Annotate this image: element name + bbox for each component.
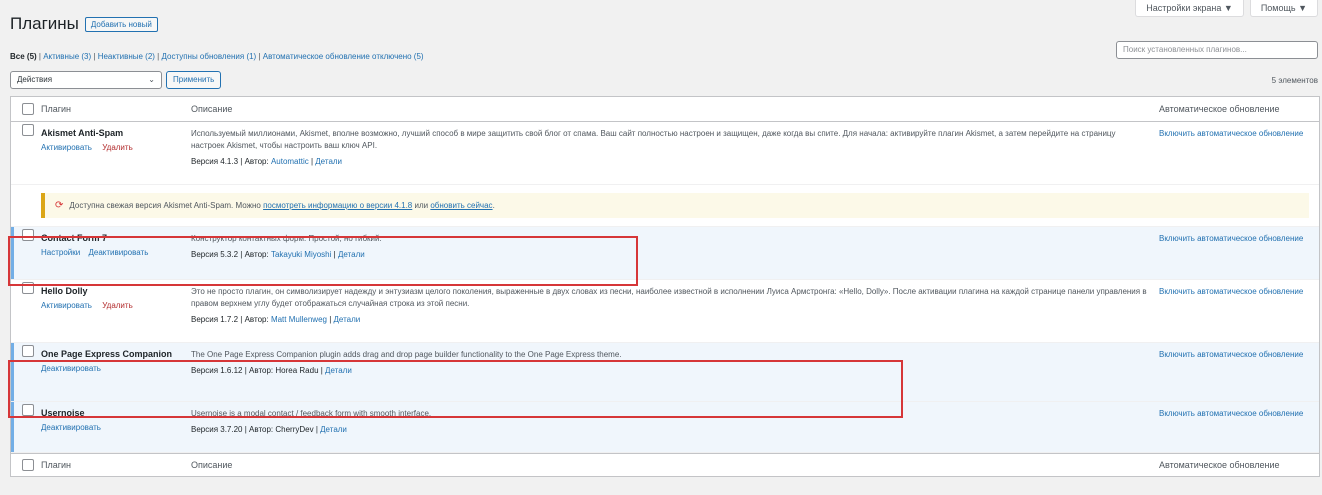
plugin-description: Usernoise is a modal contact / feedback … <box>191 409 432 418</box>
update-notice: ⟳ Доступна свежая версия Akismet Anti-Sp… <box>41 193 1309 218</box>
bulk-action-select[interactable]: Действия ⌄ <box>10 71 162 89</box>
plugin-row-akismet: Akismet Anti-Spam Активировать Удалить И… <box>11 122 1319 185</box>
plugin-name: Hello Dolly <box>41 286 88 296</box>
column-description: Описание <box>191 104 233 114</box>
view-version-details-link[interactable]: посмотреть информацию о версии 4.1.8 <box>263 201 412 210</box>
activate-link[interactable]: Активировать <box>41 301 92 310</box>
deactivate-link[interactable]: Деактивировать <box>41 423 101 432</box>
details-link[interactable]: Детали <box>320 425 347 434</box>
author-name: Horea Radu <box>275 366 319 375</box>
plugin-description: Конструктор контактных форм. Простой, но… <box>191 234 382 243</box>
plugin-name: Akismet Anti-Spam <box>41 128 124 138</box>
enable-auto-update-link[interactable]: Включить автоматическое обновление <box>1159 129 1303 138</box>
filter-updates[interactable]: Доступны обновления (1) <box>161 52 256 61</box>
plugin-description: Используемый миллионами, Akismet, вполне… <box>191 129 1116 150</box>
plugins-table: Плагин Описание Автоматическое обновлени… <box>10 96 1320 477</box>
plugin-status-filters: Все (5) | Активные (3) | Неактивные (2) … <box>10 52 424 61</box>
filter-inactive[interactable]: Неактивные (2) <box>98 52 155 61</box>
deactivate-link[interactable]: Деактивировать <box>88 248 148 257</box>
delete-link[interactable]: Удалить <box>102 143 133 152</box>
plugin-checkbox[interactable] <box>22 404 34 416</box>
select-all-checkbox[interactable] <box>22 103 34 115</box>
items-count: 5 элементов <box>1271 76 1318 85</box>
enable-auto-update-link[interactable]: Включить автоматическое обновление <box>1159 287 1303 296</box>
update-now-link[interactable]: обновить сейчас <box>430 201 492 210</box>
enable-auto-update-link[interactable]: Включить автоматическое обновление <box>1159 409 1303 418</box>
plugin-name: Usernoise <box>41 408 85 418</box>
column-auto-updates: Автоматическое обновление <box>1159 103 1280 114</box>
plugin-meta: Версия 4.1.3 | Автор: Automattic | Детал… <box>191 157 343 166</box>
plugin-name: One Page Express Companion <box>41 349 173 359</box>
column-auto-updates-footer: Автоматическое обновление <box>1159 459 1280 470</box>
deactivate-link[interactable]: Деактивировать <box>41 364 101 373</box>
details-link[interactable]: Детали <box>325 366 352 375</box>
author-link[interactable]: Automattic <box>271 157 309 166</box>
page-header: Плагины Добавить новый <box>10 14 158 34</box>
column-description-footer: Описание <box>191 460 233 470</box>
apply-button[interactable]: Применить <box>166 71 222 89</box>
plugin-description: Это не просто плагин, он символизирует н… <box>191 287 1147 308</box>
plugin-checkbox[interactable] <box>22 124 34 136</box>
plugin-search-input[interactable]: Поиск установленных плагинов... <box>1116 41 1318 59</box>
select-all-checkbox-footer[interactable] <box>22 459 34 471</box>
chevron-down-icon: ⌄ <box>148 75 155 84</box>
plugin-description: The One Page Express Companion plugin ad… <box>191 350 622 359</box>
details-link[interactable]: Детали <box>338 250 365 259</box>
plugin-row-one-page-express-companion: One Page Express Companion Деактивироват… <box>11 343 1319 402</box>
akismet-update-notice-row: ⟳ Доступна свежая версия Akismet Anti-Sp… <box>11 185 1319 227</box>
activate-link[interactable]: Активировать <box>41 143 92 152</box>
filter-all[interactable]: Все (5) <box>10 52 37 61</box>
plugin-meta: Версия 1.6.12 | Автор: Horea Radu | Дета… <box>191 366 352 375</box>
enable-auto-update-link[interactable]: Включить автоматическое обновление <box>1159 234 1303 243</box>
table-footer: Плагин Описание Автоматическое обновлени… <box>11 453 1319 476</box>
plugin-checkbox[interactable] <box>22 345 34 357</box>
screen-options-bar: Настройки экрана ▼ Помощь ▼ <box>1135 0 1318 17</box>
plugin-meta: Версия 3.7.20 | Автор: CherryDev | Детал… <box>191 425 347 434</box>
plugin-meta: Версия 1.7.2 | Автор: Matt Mullenweg | Д… <box>191 315 361 324</box>
plugin-row-hello-dolly: Hello Dolly Активировать Удалить Это не … <box>11 280 1319 343</box>
bulk-action-selected: Действия <box>17 75 53 84</box>
page-title: Плагины <box>10 14 79 33</box>
table-header: Плагин Описание Автоматическое обновлени… <box>11 97 1319 122</box>
plugin-meta: Версия 5.3.2 | Автор: Takayuki Miyoshi |… <box>191 250 365 259</box>
filter-active[interactable]: Активные (3) <box>43 52 91 61</box>
author-link[interactable]: Takayuki Miyoshi <box>271 250 331 259</box>
author-name: CherryDev <box>275 425 314 434</box>
delete-link[interactable]: Удалить <box>102 301 133 310</box>
update-icon: ⟳ <box>55 200 64 211</box>
column-plugin: Плагин <box>41 104 72 114</box>
details-link[interactable]: Детали <box>315 157 342 166</box>
author-link[interactable]: Matt Mullenweg <box>271 315 327 324</box>
screen-options-button[interactable]: Настройки экрана ▼ <box>1135 0 1244 17</box>
plugin-checkbox[interactable] <box>22 229 34 241</box>
plugin-name: Contact Form 7 <box>41 233 108 243</box>
help-button[interactable]: Помощь ▼ <box>1249 0 1318 17</box>
filter-auto-updates-disabled[interactable]: Автоматическое обновление отключено (5) <box>263 52 424 61</box>
plugin-row-usernoise: Usernoise Деактивировать Usernoise is a … <box>11 402 1319 453</box>
bulk-actions: Действия ⌄ Применить <box>10 71 222 89</box>
details-link[interactable]: Детали <box>334 315 361 324</box>
enable-auto-update-link[interactable]: Включить автоматическое обновление <box>1159 350 1303 359</box>
plugin-checkbox[interactable] <box>22 282 34 294</box>
column-plugin-footer: Плагин <box>41 460 72 470</box>
add-new-button[interactable]: Добавить новый <box>84 16 158 32</box>
plugin-row-contact-form-7: Contact Form 7 Настройки Деактивировать … <box>11 227 1319 280</box>
settings-link[interactable]: Настройки <box>41 248 80 257</box>
